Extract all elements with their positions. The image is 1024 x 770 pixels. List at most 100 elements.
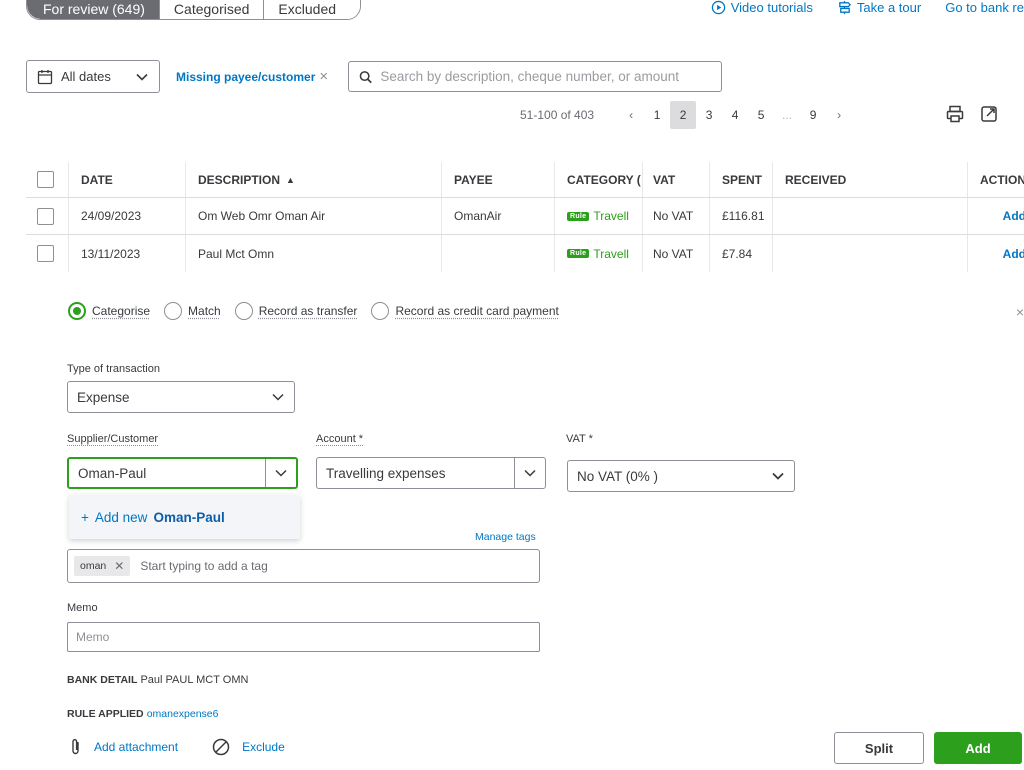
type-of-transaction-value: Expense (77, 389, 130, 405)
paperclip-icon (72, 739, 79, 755)
page-5[interactable]: 5 (748, 101, 774, 129)
account-dropdown-toggle[interactable] (514, 458, 545, 488)
radio-categorise[interactable]: Categorise (68, 302, 150, 320)
date-filter-dropdown[interactable]: All dates (26, 60, 160, 93)
transaction-edit-panel: Categorise Match Record as transfer Reco… (26, 274, 1024, 770)
row-add-link[interactable]: Add (1003, 247, 1024, 261)
header-spent[interactable]: SPENT (709, 162, 772, 197)
add-new-label: Add new (94, 509, 148, 525)
radio-record-transfer-dot (234, 302, 253, 320)
plus-icon: + (81, 509, 89, 525)
select-all-checkbox[interactable] (37, 171, 54, 188)
page-4[interactable]: 4 (722, 101, 748, 129)
block-icon (212, 738, 230, 756)
filter-bar: All dates Missing payee/customer × (26, 60, 723, 93)
search-box[interactable] (348, 61, 723, 92)
take-a-tour-link[interactable]: Take a tour (837, 0, 921, 15)
chevron-down-icon (272, 393, 284, 401)
tag-chip-label: oman (80, 560, 107, 572)
radio-record-transfer[interactable]: Record as transfer (234, 302, 358, 320)
row-category: Rule Travell (554, 235, 642, 272)
vat-select[interactable]: No VAT (0% ) (567, 460, 795, 492)
row-add-link[interactable]: Add (1003, 209, 1024, 223)
exclude-label: Exclude (242, 740, 285, 754)
rule-applied-link[interactable]: omanexpense6 (147, 708, 219, 720)
exclude-link[interactable]: Exclude (212, 738, 285, 756)
signpost-icon (839, 0, 851, 15)
add-button[interactable]: Add (934, 732, 1022, 764)
row-spent: £7.84 (709, 235, 772, 272)
table-row[interactable]: 24/09/2023 Om Web Omr Oman Air OmanAir R… (26, 198, 1024, 235)
table-row[interactable]: 13/11/2023 Paul Mct Omn Rule Travell No V… (26, 235, 1024, 272)
tag-chip: oman ✕ (74, 556, 131, 576)
calendar-icon (37, 69, 53, 84)
radio-credit-card-payment-label: Record as credit card payment (395, 304, 559, 318)
supplier-dropdown-toggle[interactable] (265, 459, 296, 487)
header-payee[interactable]: PAYEE (441, 162, 554, 197)
header-vat[interactable]: VAT (642, 162, 709, 197)
page-2[interactable]: 2 (670, 101, 697, 129)
close-panel-icon[interactable]: × (1016, 304, 1024, 320)
prev-page-button[interactable]: ‹ (618, 101, 644, 129)
split-button[interactable]: Split (834, 732, 924, 764)
tab-for-review[interactable]: For review (649) (27, 0, 159, 19)
add-attachment-link[interactable]: Add attachment (70, 738, 178, 756)
go-to-bank-label: Go to bank re (945, 0, 1024, 15)
export-icon[interactable] (979, 104, 999, 124)
header-description[interactable]: DESCRIPTION ▲ (185, 162, 441, 197)
close-icon[interactable]: × (319, 68, 328, 85)
row-date: 24/09/2023 (68, 198, 185, 234)
go-to-bank-link[interactable]: Go to bank re (945, 0, 1024, 15)
remove-tag-icon[interactable]: ✕ (114, 559, 124, 573)
header-received[interactable]: RECEIVED (772, 162, 967, 197)
manage-tags-link[interactable]: Manage tags (475, 531, 536, 543)
memo-label: Memo (67, 602, 98, 614)
panel-footer-links: Add attachment Exclude (70, 738, 285, 756)
row-checkbox[interactable] (37, 207, 54, 225)
page-1[interactable]: 1 (644, 101, 670, 129)
row-category: Rule Travell (554, 198, 642, 234)
row-payee (441, 235, 554, 272)
vat-label: VAT * (566, 433, 593, 445)
video-tutorials-link[interactable]: Video tutorials (711, 0, 813, 15)
supplier-customer-value: Oman-Paul (78, 465, 147, 481)
pagination: 51-100 of 403 ‹ 1 2 3 4 5 ... 9 › (520, 100, 852, 130)
next-page-button[interactable]: › (826, 101, 852, 129)
chevron-down-icon (275, 469, 287, 477)
radio-match-dot (164, 302, 183, 320)
memo-input[interactable]: Memo (67, 622, 540, 652)
bank-detail: BANK DETAIL Paul PAUL MCT OMN (67, 674, 248, 686)
print-icon[interactable] (945, 104, 965, 124)
page-3[interactable]: 3 (696, 101, 722, 129)
chevron-down-icon (524, 469, 536, 477)
top-links: Video tutorials Take a tour Go to bank r… (711, 0, 1024, 15)
radio-match[interactable]: Match (164, 302, 221, 320)
type-of-transaction-select[interactable]: Expense (67, 381, 295, 413)
row-payee: OmanAir (441, 198, 554, 234)
radio-credit-card-payment[interactable]: Record as credit card payment (371, 302, 559, 320)
page-9[interactable]: 9 (800, 101, 826, 129)
tags-input[interactable]: oman ✕ Start typing to add a tag (67, 549, 540, 583)
tab-excluded[interactable]: Excluded (263, 0, 361, 19)
play-circle-icon (711, 0, 725, 15)
radio-categorise-label: Categorise (92, 304, 151, 318)
radio-match-label: Match (188, 304, 221, 318)
row-received (772, 198, 967, 234)
header-category[interactable]: CATEGORY ( (554, 162, 642, 197)
add-new-supplier-option[interactable]: + Add new Oman-Paul (69, 495, 300, 539)
table-tools (945, 104, 999, 124)
chevron-down-icon (136, 73, 148, 81)
date-filter-label: All dates (61, 69, 111, 84)
row-spent: £116.81 (709, 198, 772, 234)
tab-categorised[interactable]: Categorised (158, 0, 264, 19)
row-action: Add (967, 235, 1024, 272)
row-vat: No VAT (642, 235, 709, 272)
missing-payee-filter[interactable]: Missing payee/customer × (176, 68, 328, 85)
row-checkbox[interactable] (37, 245, 54, 262)
supplier-customer-combobox[interactable]: Oman-Paul (67, 457, 298, 489)
header-date[interactable]: DATE (68, 162, 185, 197)
account-label: Account * (316, 433, 364, 445)
search-input[interactable] (380, 69, 712, 84)
radio-record-transfer-label: Record as transfer (258, 304, 358, 318)
account-combobox[interactable]: Travelling expenses (316, 457, 546, 489)
